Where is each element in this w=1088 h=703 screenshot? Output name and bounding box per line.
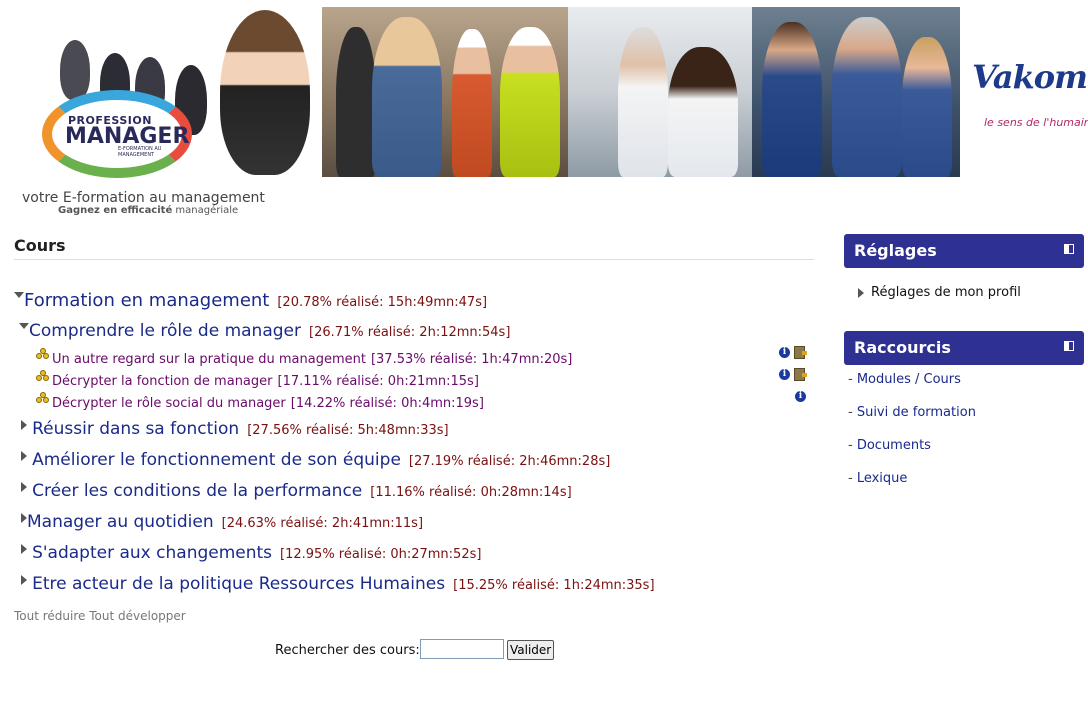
settings-block-header: Réglages <box>844 234 1084 268</box>
module-icon <box>36 392 49 403</box>
settings-block-title: Réglages <box>854 241 937 260</box>
progress-text: [14.22% réalisé: 0h:4mn:19s] <box>290 396 484 411</box>
collapsed-arrow-icon[interactable] <box>21 544 27 554</box>
section-link[interactable]: Réussir dans sa fonction <box>32 419 239 439</box>
tree-controls: Tout réduire Tout développer <box>14 609 186 623</box>
subtagline: Gagnez en efficacité managériale <box>58 205 239 216</box>
collapsed-arrow-icon[interactable] <box>21 575 27 585</box>
report-icon[interactable] <box>794 368 807 381</box>
block-toggle-icon[interactable] <box>1064 244 1074 254</box>
collapsed-arrow-icon[interactable] <box>21 451 27 461</box>
section-link[interactable]: Améliorer le fonctionnement de son équip… <box>32 450 401 470</box>
caret-right-icon <box>858 288 864 298</box>
tree-node-section: Améliorer le fonctionnement de son équip… <box>21 450 610 470</box>
vakom-tagline: le sens de l'humain <box>984 116 1088 129</box>
progress-text: [37.53% réalisé: 1h:47mn:20s] <box>370 352 573 367</box>
tree-node-section: Manager au quotidien [24.63% réalisé: 2h:… <box>21 512 423 532</box>
module-icon <box>36 348 49 359</box>
section-link[interactable]: Etre acteur de la politique Ressources H… <box>32 574 445 594</box>
progress-text: [24.63% réalisé: 2h:41mn:11s] <box>221 516 424 531</box>
tree-node-root: Formation en management [20.78% réalisé: … <box>14 290 487 311</box>
settings-item-label: Réglages de mon profil <box>871 285 1021 300</box>
module-icon <box>36 370 49 381</box>
courses-panel: Cours <box>14 236 814 260</box>
info-icon[interactable]: i <box>795 391 806 402</box>
shortcut-modules[interactable]: - Modules / Cours <box>848 372 961 387</box>
profession-manager-logo[interactable]: PROFESSION MANAGER E-FORMATION AU MANAGE… <box>0 0 320 220</box>
section-link[interactable]: Manager au quotidien <box>27 512 214 532</box>
header-banner-photo <box>322 7 960 177</box>
report-icon[interactable] <box>794 346 807 359</box>
info-icon[interactable]: i <box>779 369 790 380</box>
shortcuts-block-title: Raccourcis <box>854 338 951 357</box>
tree-node-section: Etre acteur de la politique Ressources H… <box>21 574 655 594</box>
shortcuts-block-header: Raccourcis <box>844 331 1084 365</box>
module-link[interactable]: Décrypter le rôle social du manager <box>52 396 286 411</box>
course-search-input[interactable] <box>420 639 504 659</box>
progress-text: [26.71% réalisé: 2h:12mn:54s] <box>309 325 511 340</box>
expanded-arrow-icon[interactable] <box>19 323 29 329</box>
tagline: votre E-formation au management <box>22 190 265 206</box>
tree-node-section: S'adapter aux changements [12.95% réalisé… <box>21 543 481 563</box>
tree-node-section: Réussir dans sa fonction [27.56% réalisé:… <box>21 419 449 439</box>
shortcut-documents[interactable]: - Documents <box>848 438 931 453</box>
block-toggle-icon[interactable] <box>1064 341 1074 351</box>
vakom-wordmark: Vakom <box>972 58 1088 96</box>
collapsed-arrow-icon[interactable] <box>21 420 27 430</box>
progress-text: [27.19% réalisé: 2h:46mn:28s] <box>408 454 611 469</box>
shortcut-label: Suivi de formation <box>856 405 976 420</box>
course-link-root[interactable]: Formation en management <box>24 290 269 311</box>
expand-all-link[interactable]: Tout développer <box>89 609 185 623</box>
module-link[interactable]: Un autre regard sur la pratique du manag… <box>52 352 366 367</box>
progress-text: [27.56% réalisé: 5h:48mn:33s] <box>247 423 449 438</box>
progress-text: [17.11% réalisé: 0h:21mn:15s] <box>277 374 479 389</box>
shortcut-suivi[interactable]: - Suivi de formation <box>848 405 976 420</box>
tree-node-module: Un autre regard sur la pratique du manag… <box>36 348 572 367</box>
page-title: Cours <box>14 236 814 260</box>
tree-node-module: Décrypter la fonction de manager [17.11% … <box>36 370 479 389</box>
collapse-all-link[interactable]: Tout réduire <box>14 609 85 623</box>
page-header: PROFESSION MANAGER E-FORMATION AU MANAGE… <box>0 0 1088 220</box>
settings-item-profile[interactable]: Réglages de mon profil <box>858 285 1021 300</box>
tree-node-section: Créer les conditions de la performance [1… <box>21 481 572 501</box>
search-submit-button[interactable]: Valider <box>507 640 555 660</box>
progress-text: [20.78% réalisé: 15h:49mn:47s] <box>277 295 488 310</box>
shortcut-lexique[interactable]: - Lexique <box>848 471 907 486</box>
info-icon[interactable]: i <box>779 347 790 358</box>
shortcut-label: Documents <box>856 438 931 453</box>
tree-node-section: Comprendre le rôle de manager [26.71% réa… <box>19 321 510 341</box>
shortcut-label: Modules / Cours <box>856 372 961 387</box>
progress-text: [11.16% réalisé: 0h:28mn:14s] <box>370 485 572 500</box>
section-link[interactable]: Créer les conditions de la performance <box>32 481 362 501</box>
vakom-logo[interactable]: Vakom le sens de l'humain <box>972 58 1088 130</box>
section-link[interactable]: Comprendre le rôle de manager <box>29 321 301 341</box>
collapsed-arrow-icon[interactable] <box>21 482 27 492</box>
shortcut-label: Lexique <box>856 471 908 486</box>
search-label: Rechercher des cours: <box>275 643 420 658</box>
section-link[interactable]: S'adapter aux changements <box>32 543 272 563</box>
expanded-arrow-icon[interactable] <box>14 292 24 298</box>
module-link[interactable]: Décrypter la fonction de manager <box>52 374 273 389</box>
progress-text: [12.95% réalisé: 0h:27mn:52s] <box>280 547 482 562</box>
progress-text: [15.25% réalisé: 1h:24mn:35s] <box>453 578 655 593</box>
tree-node-module: Décrypter le rôle social du manager [14.2… <box>36 392 484 411</box>
logo-eformation: E-FORMATION AU MANAGEMENT <box>118 146 162 158</box>
